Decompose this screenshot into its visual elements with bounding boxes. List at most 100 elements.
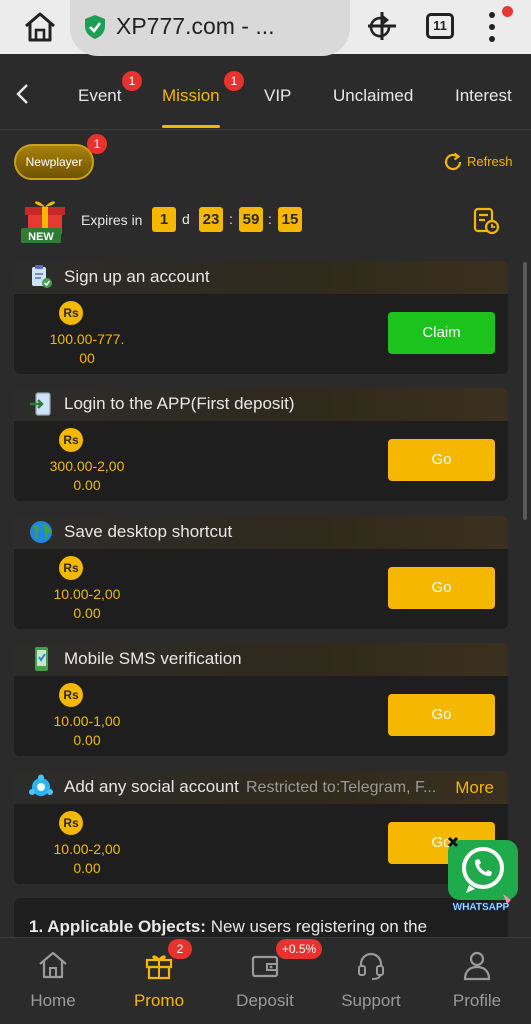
task-reward-line-1: 10.00-1,00: [53, 713, 121, 729]
tab-mission-badge: 1: [224, 71, 244, 91]
app-root: XP777.com - ... 11 Event 1 Mission 1 VIP…: [0, 0, 531, 1024]
browser-home-icon[interactable]: [22, 10, 58, 44]
rules-body: New users registering on the: [205, 917, 428, 936]
globe-icon: [30, 521, 52, 543]
task-reward: 10.00-2,00 0.00: [29, 585, 145, 623]
task-title: Add any social account: [64, 777, 239, 796]
task-reward: 10.00-1,00 0.00: [29, 712, 145, 750]
rupee-coin-icon: Rs: [59, 556, 83, 580]
refresh-icon: [444, 152, 462, 171]
user-icon: [463, 951, 491, 981]
task-card-desktop-shortcut: Save desktop shortcut Rs 10.00-2,00 0.00…: [14, 516, 508, 629]
task-reward-line-1: 100.00-777.: [49, 331, 125, 347]
go-button[interactable]: Go: [388, 567, 495, 609]
countdown-separator: :: [268, 211, 272, 227]
task-reward: 300.00-2,00 0.00: [29, 457, 145, 495]
task-reward-line-2: 0.00: [73, 732, 101, 748]
tab-switcher-button[interactable]: 11: [426, 13, 454, 39]
tab-mission[interactable]: Mission: [162, 86, 220, 106]
back-arrow-icon[interactable]: [12, 82, 36, 106]
active-tab-indicator: [162, 125, 220, 128]
task-reward-line-2: 0.00: [73, 860, 101, 876]
nav-promo-label: Promo: [133, 991, 185, 1010]
headset-icon: [358, 952, 384, 980]
more-link[interactable]: More: [455, 778, 494, 798]
task-card-header: Mobile SMS verification: [14, 643, 508, 676]
expires-label: Expires in: [81, 212, 143, 228]
task-card-header: Sign up an account: [14, 261, 508, 294]
home-icon: [39, 951, 67, 979]
mobile-sms-icon: [35, 647, 48, 671]
rupee-coin-icon: Rs: [59, 301, 83, 325]
nav-home[interactable]: Home: [0, 938, 106, 1024]
newplayer-badge: 1: [87, 134, 107, 154]
new-gift-icon: NEW: [21, 201, 65, 243]
rupee-coin-icon: Rs: [59, 683, 83, 707]
task-reward-line-2: 0.00: [73, 605, 101, 621]
history-record-icon[interactable]: [473, 207, 499, 235]
rules-text: 1. Applicable Objects: New users registe…: [29, 917, 427, 937]
tab-event-badge: 1: [122, 71, 142, 91]
task-card-header: Add any social account Restricted to:Tel…: [14, 771, 508, 804]
refresh-label: Refresh: [467, 154, 513, 169]
browser-toolbar: XP777.com - ... 11: [0, 0, 531, 56]
task-restriction: Restricted to:Telegram, F...: [246, 779, 437, 796]
address-bar[interactable]: XP777.com - ...: [70, 0, 391, 56]
task-title: Sign up an account: [64, 267, 210, 286]
social-icon: [29, 774, 53, 796]
task-card-signup: Sign up an account Rs 100.00-777. 00 Cla…: [14, 261, 508, 374]
task-card-sms-verification: Mobile SMS verification Rs 10.00-1,00 0.…: [14, 643, 508, 756]
phone-login-icon: [30, 392, 51, 416]
nav-support[interactable]: Support: [318, 938, 424, 1024]
tab-vip[interactable]: VIP: [264, 86, 291, 106]
nav-home-label: Home: [30, 991, 76, 1010]
countdown-day-unit: d: [182, 211, 190, 227]
tab-unclaimed[interactable]: Unclaimed: [333, 86, 413, 106]
countdown-seconds: 15: [278, 207, 302, 232]
go-button[interactable]: Go: [388, 439, 495, 481]
nav-profile[interactable]: Profile: [424, 938, 530, 1024]
gift-new-label: NEW: [28, 231, 54, 243]
tab-interest[interactable]: Interest: [455, 86, 512, 106]
task-reward-line-1: 300.00-2,00: [49, 458, 125, 474]
whatsapp-label: WHATSAPP: [453, 902, 510, 913]
task-card-login-app: Login to the APP(First deposit) Rs 300.0…: [14, 388, 508, 501]
clipboard-check-icon: [32, 265, 52, 288]
promo-tabs: Event 1 Mission 1 VIP Unclaimed Interest: [0, 56, 531, 130]
promo-badge: 2: [168, 939, 192, 959]
refresh-button[interactable]: Refresh: [442, 151, 522, 173]
task-reward: 100.00-777. 00: [29, 330, 145, 368]
rupee-coin-icon: Rs: [59, 811, 83, 835]
tab-event[interactable]: Event: [78, 86, 121, 106]
update-dot: [502, 6, 513, 17]
task-title: Login to the APP(First deposit): [64, 394, 295, 413]
nav-support-label: Support: [341, 991, 401, 1010]
countdown-days: 1: [152, 207, 176, 232]
url-text: XP777.com - ...: [116, 13, 275, 39]
task-reward-line-2: 00: [79, 350, 95, 366]
rupee-coin-icon: Rs: [59, 428, 83, 452]
new-tab-icon[interactable]: [366, 10, 398, 42]
deposit-bonus-badge: +0.5%: [276, 939, 322, 959]
task-reward-line-1: 10.00-2,00: [53, 586, 121, 602]
task-reward-line-2: 0.00: [73, 477, 101, 493]
scrollbar[interactable]: [523, 262, 527, 520]
rules-section: 1. Applicable Objects: New users registe…: [14, 898, 508, 938]
countdown-minutes: 59: [239, 207, 263, 232]
nav-profile-label: Profile: [452, 991, 502, 1010]
rules-heading: 1. Applicable Objects:: [29, 917, 206, 936]
task-reward: 10.00-2,00 0.00: [29, 840, 145, 878]
whatsapp-float-button[interactable]: WHATSAPP: [445, 834, 521, 916]
nav-promo[interactable]: Promo: [106, 938, 212, 1024]
go-button[interactable]: Go: [388, 694, 495, 736]
task-reward-line-1: 10.00-2,00: [53, 841, 121, 857]
task-title: Mobile SMS verification: [64, 649, 242, 668]
task-card-header: Login to the APP(First deposit): [14, 388, 508, 421]
newplayer-category-button[interactable]: Newplayer: [14, 144, 94, 180]
wallet-icon: [251, 955, 279, 978]
countdown-hours: 23: [199, 207, 223, 232]
browser-menu-icon[interactable]: [482, 10, 502, 44]
claim-button[interactable]: Claim: [388, 312, 495, 354]
bottom-nav: Home Promo 2 Deposit +0.5% Support Profi…: [0, 937, 531, 1024]
task-card-social-account: Add any social account Restricted to:Tel…: [14, 771, 508, 884]
